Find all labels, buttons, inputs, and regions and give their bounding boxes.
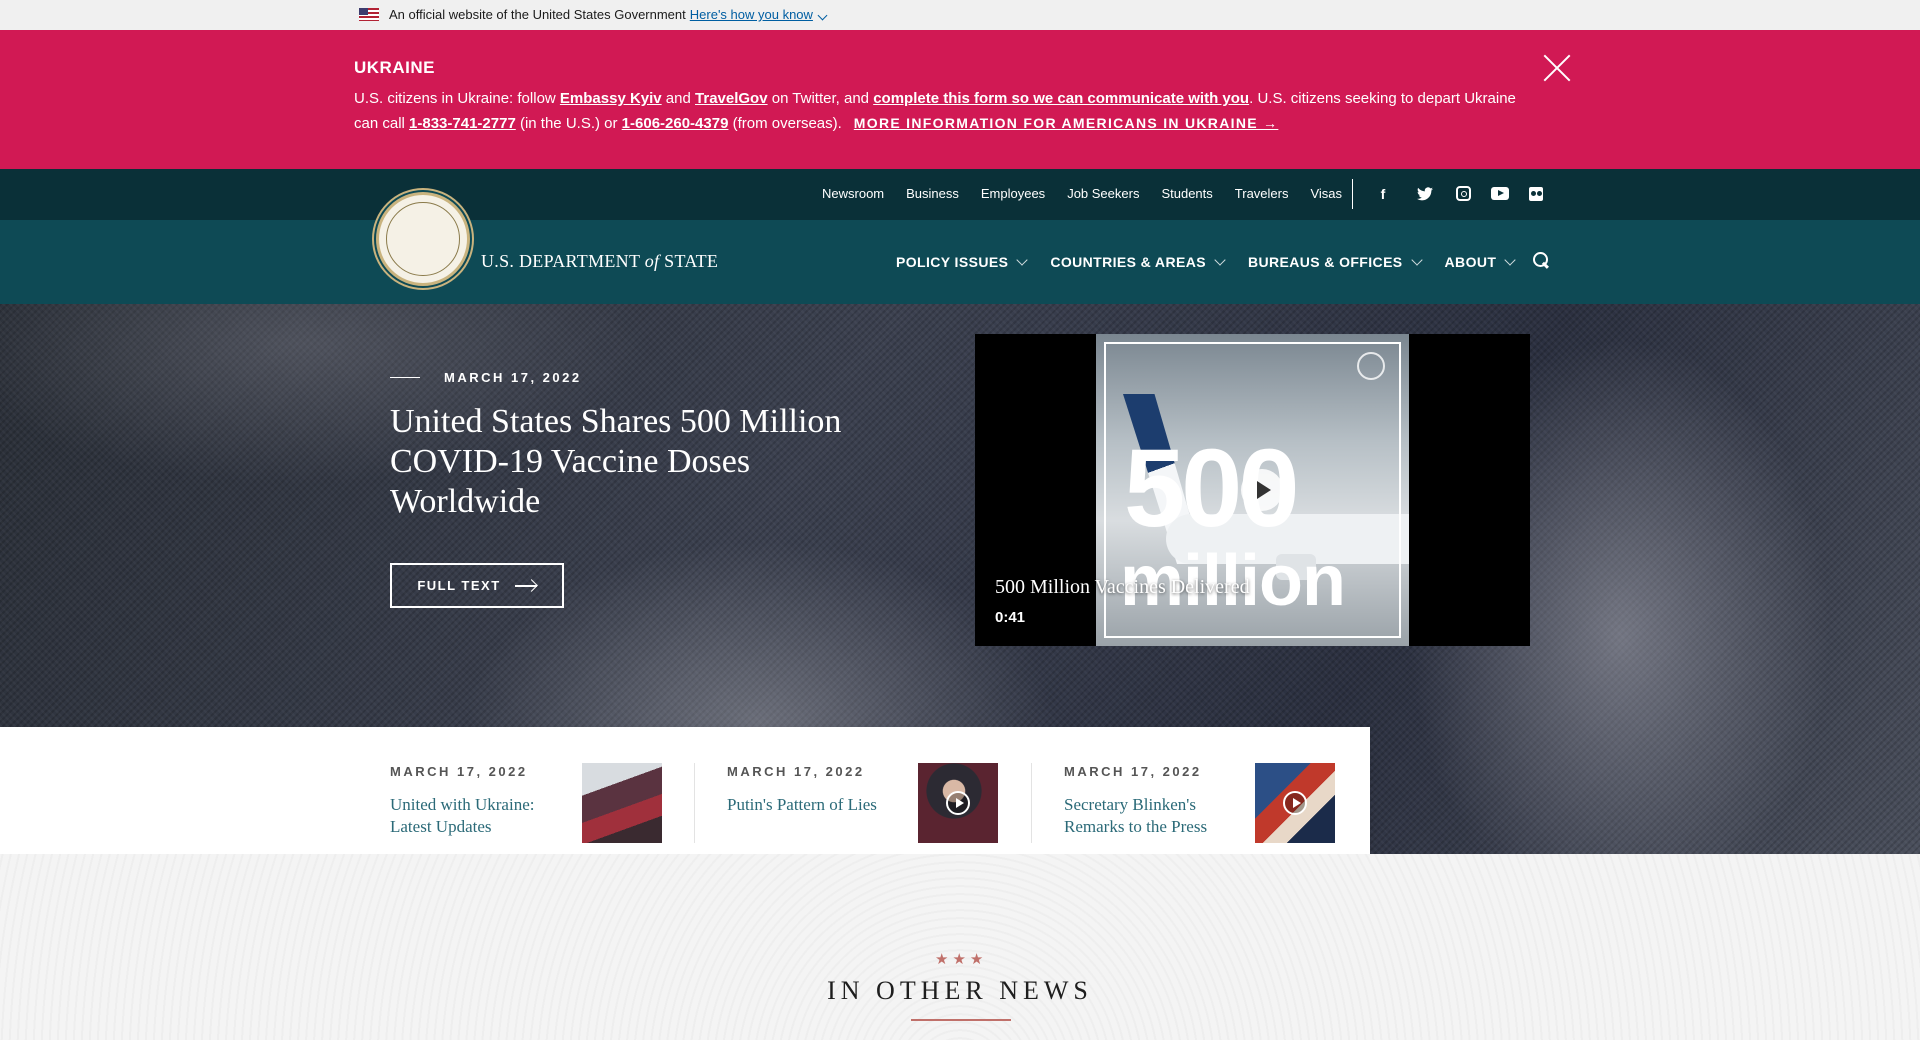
video-duration: 0:41 xyxy=(995,609,1026,626)
divider xyxy=(694,763,695,843)
alert-body: U.S. citizens in Ukraine: follow Embassy… xyxy=(354,90,1516,132)
play-icon[interactable] xyxy=(1241,469,1283,511)
embassy-kyiv-link[interactable]: Embassy Kyiv xyxy=(560,90,662,107)
youtube-icon[interactable] xyxy=(1491,187,1509,200)
util-link-travelers[interactable]: Travelers xyxy=(1235,186,1289,201)
featured-title[interactable]: Putin's Pattern of Lies xyxy=(727,794,897,816)
state-department-seal-logo[interactable] xyxy=(376,192,470,286)
nav-policy-issues[interactable]: POLICY ISSUES xyxy=(896,253,1028,270)
other-news-section xyxy=(0,854,1920,1040)
chevron-down-icon xyxy=(817,10,828,21)
flickr-icon[interactable] xyxy=(1529,187,1543,201)
phone-overseas-link[interactable]: 1-606-260-4379 xyxy=(622,115,729,132)
video-player[interactable]: 500 million 500 Million Vaccines Deliver… xyxy=(975,334,1530,646)
featured-date: MARCH 17, 2022 xyxy=(1064,764,1202,779)
chevron-down-icon xyxy=(1504,253,1516,266)
util-link-students[interactable]: Students xyxy=(1161,186,1212,201)
ukraine-alert: UKRAINE U.S. citizens in Ukraine: follow… xyxy=(0,30,1920,169)
title-underline xyxy=(911,1019,1011,1021)
alert-title: UKRAINE xyxy=(354,58,435,77)
facebook-icon[interactable]: f xyxy=(1372,183,1394,205)
featured-date: MARCH 17, 2022 xyxy=(727,764,865,779)
featured-image[interactable] xyxy=(582,763,662,843)
util-link-newsroom[interactable]: Newsroom xyxy=(822,186,884,201)
featured-video-image[interactable] xyxy=(1255,763,1335,843)
hero-title[interactable]: United States Shares 500 Million COVID-1… xyxy=(390,402,860,522)
instagram-icon[interactable] xyxy=(1456,186,1471,201)
full-text-button[interactable]: FULL TEXT xyxy=(390,563,564,608)
us-flag-icon xyxy=(359,8,379,21)
stars-icon: ★★★ xyxy=(935,951,988,968)
search-icon[interactable] xyxy=(1533,252,1549,268)
twitter-icon[interactable] xyxy=(1414,183,1436,205)
hero-date: MARCH 17, 2022 xyxy=(390,370,582,385)
nav-bureaus-offices[interactable]: BUREAUS & OFFICES xyxy=(1248,253,1423,270)
chevron-down-icon xyxy=(1016,253,1028,266)
gov-banner: An official website of the United States… xyxy=(0,0,1920,30)
close-icon[interactable] xyxy=(1543,54,1571,82)
play-icon xyxy=(1283,791,1307,815)
util-link-job-seekers[interactable]: Job Seekers xyxy=(1067,186,1139,201)
util-divider xyxy=(1352,179,1353,209)
featured-date: MARCH 17, 2022 xyxy=(390,764,528,779)
featured-title[interactable]: United with Ukraine: Latest Updates xyxy=(390,794,560,838)
gov-banner-link[interactable]: Here's how you know xyxy=(690,7,828,22)
featured-video-image[interactable] xyxy=(918,763,998,843)
nav-about[interactable]: ABOUT xyxy=(1445,253,1516,270)
seal-icon xyxy=(1357,352,1385,380)
communication-form-link[interactable]: complete this form so we can communicate… xyxy=(873,90,1249,107)
util-link-visas[interactable]: Visas xyxy=(1310,186,1342,201)
eagle-emblem-icon xyxy=(405,219,441,259)
gov-banner-text: An official website of the United States… xyxy=(389,7,686,22)
util-link-business[interactable]: Business xyxy=(906,186,959,201)
chevron-down-icon xyxy=(1410,253,1423,266)
other-news-title: IN OTHER NEWS xyxy=(827,976,1093,1005)
main-nav: U.S. DEPARTMENT of STATE POLICY ISSUES C… xyxy=(0,192,1920,304)
featured-title[interactable]: Secretary Blinken's Remarks to the Press xyxy=(1064,794,1234,838)
arrow-right-icon xyxy=(514,580,537,592)
travelgov-link[interactable]: TravelGov xyxy=(695,90,768,107)
divider xyxy=(1031,763,1032,843)
department-name[interactable]: U.S. DEPARTMENT of STATE xyxy=(481,251,718,272)
util-link-employees[interactable]: Employees xyxy=(981,186,1045,201)
more-info-ukraine-link[interactable]: MORE INFORMATION FOR AMERICANS IN UKRAIN… xyxy=(854,115,1279,131)
chevron-down-icon xyxy=(1214,253,1226,266)
play-icon xyxy=(946,791,970,815)
phone-us-link[interactable]: 1-833-741-2777 xyxy=(409,115,516,132)
nav-countries-areas[interactable]: COUNTRIES & AREAS xyxy=(1050,253,1226,270)
utility-nav: Newsroom Business Employees Job Seekers … xyxy=(0,169,1920,220)
video-caption: 500 Million Vaccines Delivered xyxy=(995,576,1250,598)
